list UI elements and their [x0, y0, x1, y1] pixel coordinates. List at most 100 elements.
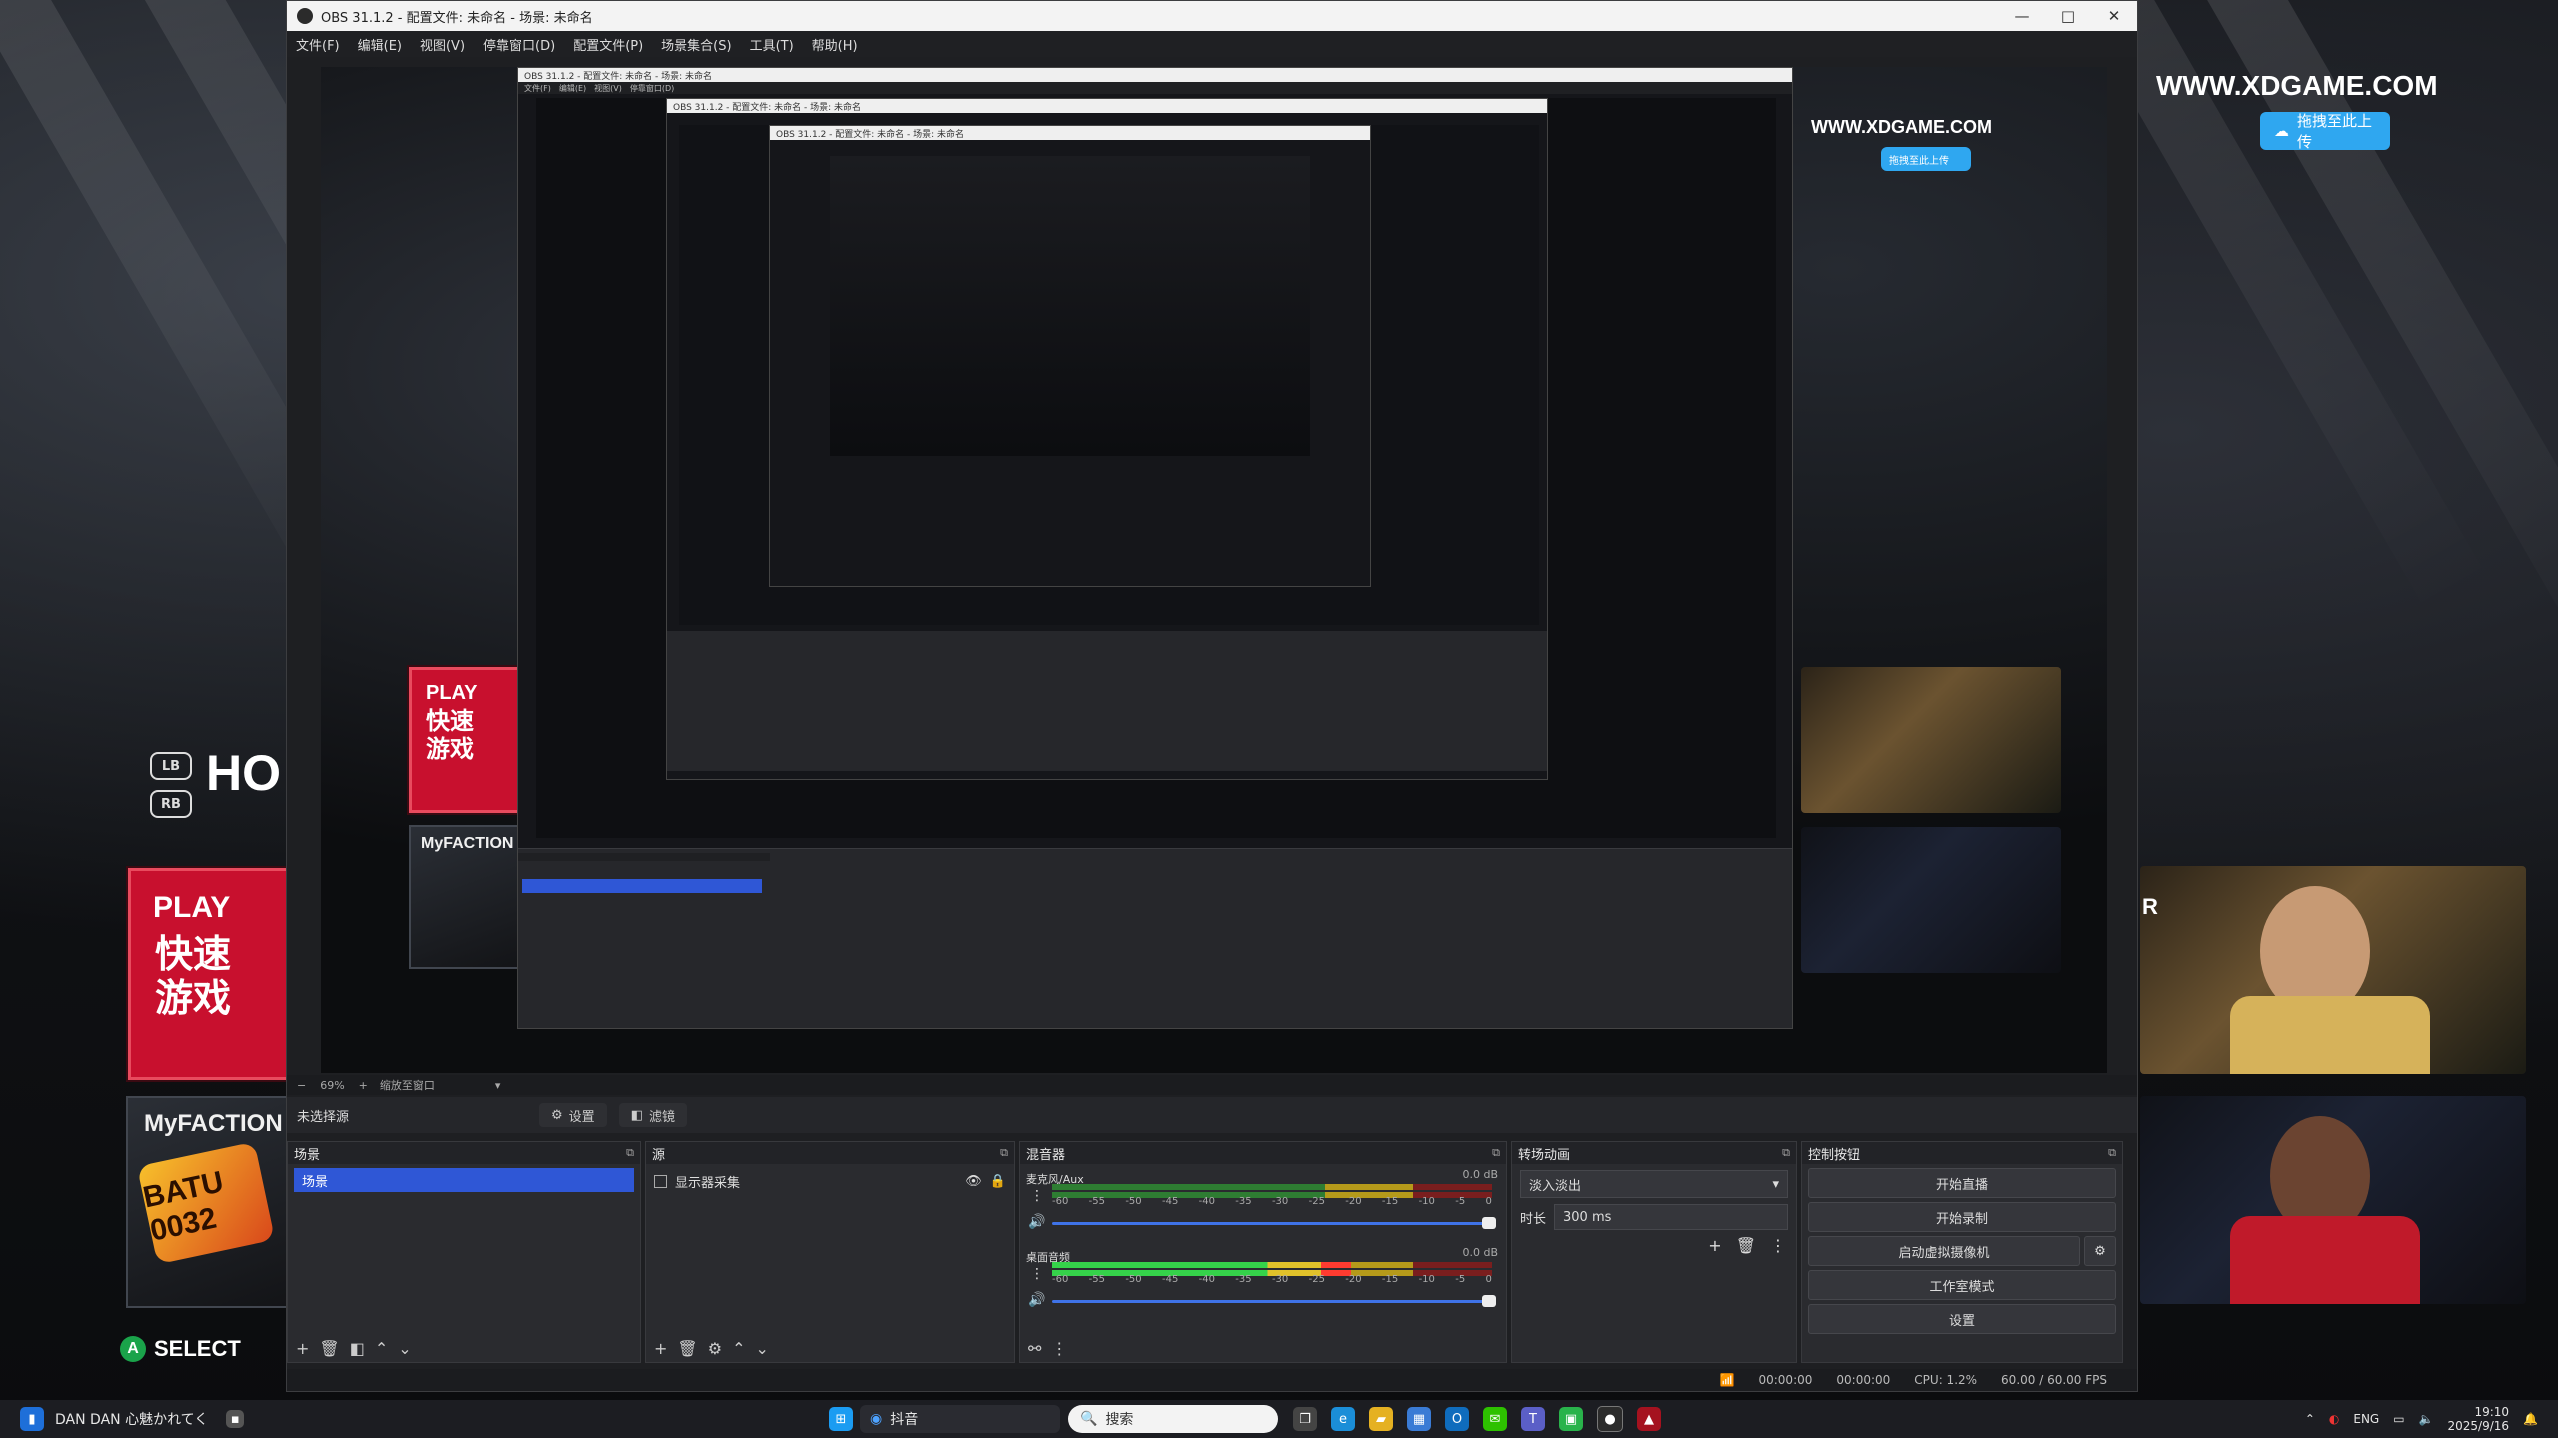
settings-icon[interactable]: ⚙ [708, 1339, 722, 1358]
cpu-usage: CPU: 1.2% [1914, 1373, 1978, 1387]
task-view-icon[interactable]: ❐ [1293, 1407, 1317, 1431]
add-icon[interactable]: + [654, 1339, 667, 1358]
menu-scene-collection[interactable]: 场景集合(S) [652, 35, 740, 54]
mixer-menu-icon[interactable]: ⋮ [1051, 1339, 1067, 1358]
controls-title: 控制按钮 [1808, 1147, 1861, 1163]
menu-profile[interactable]: 配置文件(P) [564, 35, 652, 54]
start-recording-button[interactable]: 开始录制 [1808, 1202, 2116, 1232]
filters-button[interactable]: ◧ 滤镜 [618, 1103, 687, 1127]
zoom-plus-icon[interactable]: + [345, 1079, 368, 1092]
obs-taskbar-icon[interactable]: ● [1597, 1406, 1623, 1432]
monitor-icon [654, 1174, 667, 1188]
menu-help[interactable]: 帮助(H) [803, 35, 867, 54]
zoom-dropdown-icon[interactable]: ▾ [435, 1079, 501, 1092]
fps: 60.00 / 60.00 FPS [2001, 1373, 2107, 1387]
start-icon[interactable]: ⊞ [829, 1407, 853, 1431]
search-input[interactable]: 🔍 搜索 [1068, 1405, 1278, 1433]
zoom-mode[interactable]: 缩放至窗口 [368, 1077, 435, 1093]
start-streaming-button[interactable]: 开始直播 [1808, 1168, 2116, 1198]
obs-window[interactable]: OBS 31.1.2 - 配置文件: 未命名 - 场景: 未命名 — □ ✕ 文… [286, 0, 2138, 1392]
virtual-camera-settings-icon[interactable]: ⚙ [2084, 1236, 2116, 1266]
search-icon: 🔍 [1080, 1411, 1098, 1427]
game-taskbar-icon[interactable]: ▲ [1637, 1407, 1661, 1431]
maximize-icon[interactable]: □ [2045, 1, 2091, 31]
transition-menu-icon[interactable]: ⋮ [1770, 1236, 1786, 1255]
store-icon[interactable]: ▦ [1407, 1407, 1431, 1431]
scene-item[interactable]: 场景 [294, 1168, 634, 1192]
move-down-icon[interactable]: ⌄ [755, 1339, 768, 1358]
move-up-icon[interactable]: ⌃ [375, 1339, 388, 1358]
menu-tools[interactable]: 工具(T) [741, 35, 803, 54]
eye-icon[interactable]: 👁 [965, 1174, 982, 1189]
menu-view[interactable]: 视图(V) [411, 35, 474, 54]
app-green-icon[interactable]: ▣ [1559, 1407, 1583, 1431]
myfaction-card[interactable]: MyFACTION BATU 0032 [126, 1096, 290, 1308]
network-tray-icon[interactable]: ▭ [2393, 1412, 2404, 1426]
menu-docks[interactable]: 停靠窗口(D) [474, 35, 564, 54]
trash-icon[interactable]: 🗑 [319, 1339, 339, 1358]
link-icon[interactable]: ⚯ [1028, 1339, 1041, 1358]
media-title[interactable]: DAN DAN 心魅かれてく [55, 1409, 208, 1429]
trash-icon[interactable]: 🗑 [677, 1339, 697, 1358]
undock-icon[interactable]: ⧉ [1782, 1146, 1790, 1160]
upload-button[interactable]: ☁ 拖拽至此上传 [2260, 112, 2390, 151]
wechat-icon[interactable]: ✉ [1483, 1407, 1507, 1431]
meter-tick: -45 [1161, 1274, 1179, 1285]
source-toolbar: 未选择源 ⚙ 设置 ◧ 滤镜 [287, 1097, 2137, 1133]
title-bar[interactable]: OBS 31.1.2 - 配置文件: 未命名 - 场景: 未命名 — □ ✕ [287, 1, 2137, 31]
volume-tray-icon[interactable]: 🔈 [2419, 1412, 2434, 1426]
taskbar: ▮ DAN DAN 心魅かれてく ▪ ⊞ ◉ 抖音 🔍 搜索 ❐ e ▰ ▦ O… [0, 1400, 2558, 1438]
play-quick-card[interactable]: PLAY 快速游戏 [128, 868, 294, 1080]
teams-icon[interactable]: T [1521, 1407, 1545, 1431]
media-control-icon[interactable]: ▪ [226, 1410, 245, 1428]
clock[interactable]: 19:10 2025/9/16 [2448, 1405, 2510, 1433]
play-label: PLAY [153, 891, 231, 924]
transition-select[interactable]: 淡入淡出 ▾ [1520, 1170, 1788, 1198]
move-up-icon[interactable]: ⌃ [732, 1339, 745, 1358]
tray-chevron-icon[interactable]: ⌃ [2305, 1412, 2315, 1426]
undock-icon[interactable]: ⧉ [1000, 1146, 1008, 1160]
undock-icon[interactable]: ⧉ [2108, 1146, 2116, 1160]
zoom-minus-icon[interactable]: − [287, 1079, 306, 1092]
studio-mode-button[interactable]: 工作室模式 [1808, 1270, 2116, 1300]
duration-input[interactable]: 300 ms [1554, 1204, 1788, 1230]
edge-icon[interactable]: e [1331, 1407, 1355, 1431]
preview-canvas[interactable]: WWW.XDGAME.COM 拖拽至此上传 PLAY 快速游戏 MyFACTIO… [321, 67, 2107, 1073]
folder-icon[interactable]: ▰ [1369, 1407, 1393, 1431]
properties-button[interactable]: ⚙ 设置 [539, 1103, 607, 1127]
scenes-dock: 场景 ⧉ 场景 + 🗑 ◧ ⌃ ⌄ [287, 1141, 641, 1363]
undock-icon[interactable]: ⧉ [1492, 1146, 1500, 1160]
douyin-tab[interactable]: ◉ 抖音 [860, 1405, 1060, 1433]
notification-bell-icon[interactable]: 🔔 [2523, 1412, 2538, 1426]
volume-slider[interactable] [1052, 1295, 1496, 1307]
move-down-icon[interactable]: ⌄ [398, 1339, 411, 1358]
add-icon[interactable]: + [296, 1339, 309, 1358]
menu-file[interactable]: 文件(F) [287, 35, 349, 54]
speaker-icon[interactable]: 🔊 [1028, 1214, 1045, 1230]
outlook-icon[interactable]: O [1445, 1407, 1469, 1431]
transitions-dock: 转场动画 ⧉ 淡入淡出 ▾ 时长 300 ms + 🗑 ⋮ [1511, 1141, 1797, 1363]
faction-label: MyFACTION [144, 1110, 283, 1137]
close-icon[interactable]: ✕ [2091, 1, 2137, 31]
media-app-icon[interactable]: ▮ [20, 1407, 44, 1431]
tray-app-icon[interactable]: ◐ [2329, 1412, 2339, 1426]
scene-filter-icon[interactable]: ◧ [350, 1339, 365, 1358]
settings-button[interactable]: 设置 [1808, 1304, 2116, 1334]
minimize-icon[interactable]: — [1999, 1, 2045, 31]
start-virtual-camera-button[interactable]: 启动虚拟摄像机 [1808, 1236, 2080, 1266]
level-meter [1052, 1184, 1492, 1190]
menu-edit[interactable]: 编辑(E) [349, 35, 411, 54]
language-indicator[interactable]: ENG [2353, 1412, 2379, 1426]
volume-slider[interactable] [1052, 1217, 1496, 1229]
add-icon[interactable]: + [1708, 1236, 1721, 1255]
channel-menu-icon[interactable]: ⋮ [1030, 1188, 1044, 1204]
sources-title: 源 [652, 1147, 666, 1163]
speaker-icon[interactable]: 🔊 [1028, 1292, 1045, 1308]
undock-icon[interactable]: ⧉ [626, 1146, 634, 1160]
preview-status-row: − 69% + 缩放至窗口 ▾ [287, 1075, 2137, 1095]
source-item[interactable]: 显示器采集 👁 🔒 [654, 1170, 1006, 1192]
channel-menu-icon[interactable]: ⋮ [1030, 1266, 1044, 1282]
r-label: R [2142, 894, 2158, 919]
lock-icon[interactable]: 🔒 [990, 1174, 1006, 1189]
trash-icon[interactable]: 🗑 [1736, 1236, 1756, 1255]
